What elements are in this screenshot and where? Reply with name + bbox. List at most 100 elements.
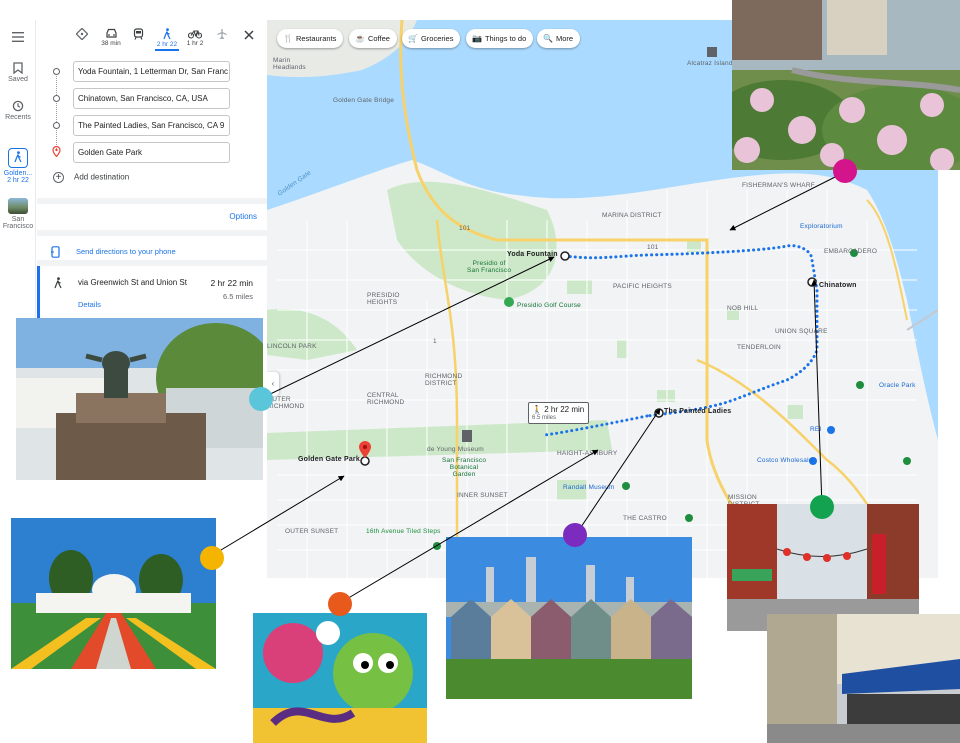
bike-time: 1 hr 2 xyxy=(186,40,204,47)
route-via: via Greenwich St and Union St xyxy=(78,278,187,287)
stop-input-1[interactable]: Yoda Fountain, 1 Letterman Dr, San Franc xyxy=(73,61,230,82)
stop-origin-dot xyxy=(53,68,60,75)
stop-connector xyxy=(56,103,57,122)
active-trip-label: Golden... xyxy=(3,170,33,177)
label-rei: REI xyxy=(810,426,822,433)
label-the-castro: THE CASTRO xyxy=(623,515,667,522)
route-time-badge[interactable]: 🚶 2 hr 22 min 6.5 miles xyxy=(528,402,589,424)
sf-thumbnail xyxy=(8,198,28,214)
saved-button[interactable]: Saved xyxy=(0,62,36,83)
chip-things-to-do[interactable]: 📷 Things to do xyxy=(466,29,534,48)
close-directions-button[interactable] xyxy=(232,28,266,41)
label-costco: Costco Wholesale xyxy=(757,457,813,464)
stop-waypoint-dot xyxy=(53,95,60,102)
label-route-101: 101 xyxy=(459,225,471,232)
add-destination-label: Add destination xyxy=(74,172,130,182)
photo-haight-mural xyxy=(253,613,427,743)
route-option[interactable]: via Greenwich St and Union St 2 hr 22 mi… xyxy=(37,266,267,320)
stop-input-4[interactable]: Golden Gate Park xyxy=(73,142,230,163)
chip-restaurants[interactable]: 🍴 Restaurants xyxy=(277,29,344,48)
walk-icon xyxy=(54,277,62,289)
directions-diamond-icon xyxy=(76,28,88,40)
history-icon xyxy=(12,100,24,112)
label-marina: MARINA DISTRICT xyxy=(602,212,662,219)
travel-mode-bar: 38 min 2 hr 22 1 hr 2 xyxy=(37,26,267,56)
drive-time: 38 min xyxy=(101,40,121,47)
directions-panel: 38 min 2 hr 22 1 hr 2 Yoda Fountain, 1 L… xyxy=(37,20,267,320)
photo-chinatown-storefront xyxy=(767,614,960,743)
search-icon: 🔍 xyxy=(543,34,553,43)
left-rail: Saved Recents Golden... 2 hr 22 San Fran… xyxy=(0,20,36,320)
label-inner-sunset: INNER SUNSET xyxy=(457,492,508,499)
label-yoda-fountain: Yoda Fountain xyxy=(507,251,558,258)
sf-label-1: San xyxy=(11,216,25,223)
photo-lombard-street xyxy=(732,0,960,170)
label-haight: HAIGHT-ASHBURY xyxy=(557,450,618,457)
restaurant-icon: 🍴 xyxy=(283,34,293,43)
menu-icon xyxy=(12,32,24,42)
label-golden-gate-park: Golden Gate Park xyxy=(298,456,360,463)
add-destination-button[interactable]: + Add destination xyxy=(53,172,129,183)
label-presidio: Presidio of San Francisco xyxy=(467,260,512,274)
camera-icon: 📷 xyxy=(472,34,482,43)
label-embarcadero: EMBARCADERO xyxy=(824,248,878,255)
label-outer-sunset: OUTER SUNSET xyxy=(285,528,339,535)
route-details-link[interactable]: Details xyxy=(78,300,101,309)
send-directions-label: Send directions to your phone xyxy=(76,246,176,256)
sf-label-2: Francisco xyxy=(2,223,34,230)
label-tiled-steps: 16th Avenue Tiled Steps xyxy=(366,528,441,535)
marker-dot-green xyxy=(810,495,834,519)
label-alcatraz: Alcatraz Island xyxy=(687,60,733,67)
photo-painted-ladies xyxy=(446,537,692,699)
photo-yoda-fountain xyxy=(16,318,263,480)
label-central-richmond: CENTRAL RICHMOND xyxy=(367,392,405,406)
photo-chinatown-street xyxy=(727,504,919,631)
label-chinatown: Chinatown xyxy=(819,282,857,289)
chip-groceries[interactable]: 🛒 Groceries xyxy=(402,29,461,48)
stop-input-2[interactable]: Chinatown, San Francisco, CA, USA xyxy=(73,88,230,109)
marker-dot-magenta xyxy=(833,159,857,183)
options-button[interactable]: Options xyxy=(229,212,257,221)
label-golden-gate-bridge: Golden Gate Bridge xyxy=(333,97,395,104)
route-distance: 6.5 miles xyxy=(222,292,253,301)
label-union-square: UNION SQUARE xyxy=(775,328,828,335)
walk-time: 2 hr 22 xyxy=(156,41,178,48)
route-time: 2 hr 22 min xyxy=(210,278,253,288)
marker-dot-yellow xyxy=(200,546,224,570)
coffee-icon: ☕ xyxy=(355,34,365,43)
cart-icon: 🛒 xyxy=(408,34,418,43)
label-oracle-park: Oracle Park xyxy=(879,382,916,389)
close-icon xyxy=(244,30,254,40)
chip-more[interactable]: 🔍 More xyxy=(537,29,581,48)
phone-icon xyxy=(51,246,60,258)
recent-place-sf[interactable]: San Francisco xyxy=(0,198,36,230)
marker-dot-cyan xyxy=(249,387,273,411)
label-route-1: 1 xyxy=(433,338,437,345)
stop-input-3[interactable]: The Painted Ladies, San Francisco, CA 9 xyxy=(73,115,230,136)
label-exploratorium: Exploratorium xyxy=(800,223,843,230)
recents-button[interactable]: Recents xyxy=(0,100,36,121)
divider xyxy=(37,230,267,236)
bookmark-icon xyxy=(13,62,23,74)
label-richmond-district: RICHMOND DISTRICT xyxy=(425,373,463,387)
label-sf-botanical: San Francisco Botanical Garden xyxy=(442,457,487,478)
recents-label: Recents xyxy=(5,114,31,121)
label-lincoln-park: LINCOLN PARK xyxy=(267,343,317,350)
add-icon: + xyxy=(53,172,64,183)
label-presidio-golf: Presidio Golf Course xyxy=(517,302,581,309)
label-randall: Randall Museum xyxy=(563,484,615,491)
send-to-phone-button[interactable]: Send directions to your phone xyxy=(51,246,176,258)
photo-conservatory-of-flowers xyxy=(11,518,216,669)
active-trip-button[interactable]: Golden... 2 hr 22 xyxy=(0,148,36,184)
label-de-young: de Young Museum xyxy=(427,446,484,453)
marker-dot-orange xyxy=(328,592,352,616)
active-trip-time: 2 hr 22 xyxy=(7,177,29,184)
walk-icon xyxy=(14,151,22,163)
menu-button[interactable] xyxy=(0,32,36,44)
chip-coffee[interactable]: ☕ Coffee xyxy=(349,29,397,48)
walk-icon xyxy=(163,28,171,40)
car-icon xyxy=(105,28,117,38)
train-icon xyxy=(133,28,143,40)
destination-pin-icon xyxy=(52,146,61,157)
saved-label: Saved xyxy=(8,76,28,83)
